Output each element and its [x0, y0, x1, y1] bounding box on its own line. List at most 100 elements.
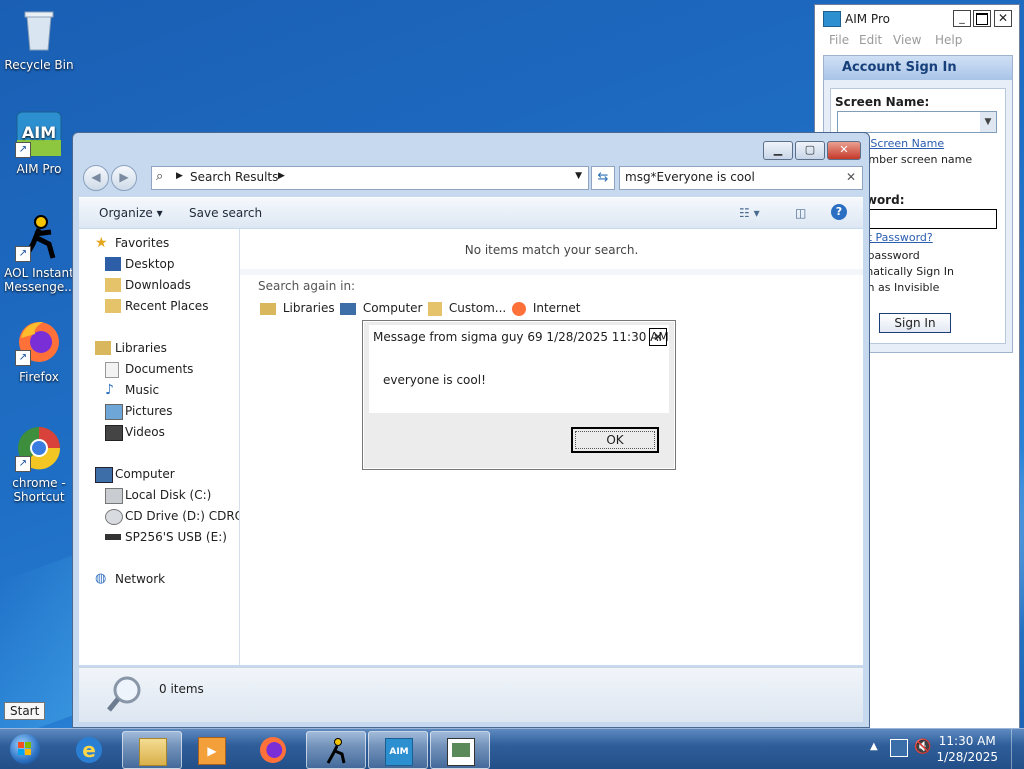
nav-music[interactable]: ♪ Music — [79, 380, 239, 400]
nav-label: Recent Places — [125, 299, 209, 313]
search-again-internet[interactable]: Internet — [512, 301, 580, 316]
taskbar-aol-instant-messenger[interactable] — [306, 731, 366, 769]
nav-downloads[interactable]: Downloads — [79, 275, 239, 295]
search-again-computer[interactable]: Computer — [340, 301, 422, 315]
nav-label: Network — [115, 572, 166, 586]
taskbar-firefox[interactable] — [244, 731, 302, 767]
nav-pictures[interactable]: Pictures — [79, 401, 239, 421]
taskbar-explorer[interactable] — [122, 731, 182, 769]
organize-button[interactable]: Organize ▾ — [99, 206, 163, 220]
firefox-icon — [512, 301, 526, 316]
show-desktop-button[interactable] — [1011, 729, 1024, 769]
aol-instant-messenger-icon — [323, 738, 349, 764]
nav-videos[interactable]: Videos — [79, 422, 239, 442]
firefox-icon — [260, 737, 286, 763]
network-tray-icon[interactable] — [890, 739, 908, 757]
forward-button[interactable]: ▶ — [111, 165, 137, 191]
desktop-icon-chrome[interactable]: ↗ chrome - Shortcut — [4, 424, 74, 504]
clock-time: 11:30 AM — [938, 734, 996, 748]
sign-in-button[interactable]: Sign In — [879, 313, 951, 333]
menu-edit[interactable]: Edit — [859, 33, 882, 47]
nav-documents[interactable]: Documents — [79, 359, 239, 379]
desktop-icon-label: AOL Instant Messenge... — [4, 266, 76, 294]
clock[interactable]: 11:30 AM 1/28/2025 — [936, 733, 998, 765]
downloads-folder-icon — [105, 278, 121, 292]
nav-label: SP256'S USB (E:) — [125, 530, 227, 544]
minimize-button[interactable]: _ — [953, 10, 971, 27]
breadcrumb-search-results[interactable]: Search Results — [190, 170, 278, 184]
aim-pro-icon: AIM — [385, 738, 413, 766]
taskbar-internet-explorer[interactable]: e — [60, 731, 118, 767]
videos-icon — [105, 425, 123, 441]
item-count: 0 items — [159, 682, 204, 696]
panel-title: Account Sign In — [824, 56, 1012, 80]
help-icon[interactable]: ? — [831, 204, 847, 220]
nav-computer[interactable]: Computer — [79, 464, 239, 484]
dialog-body: everyone is cool! — [369, 349, 669, 413]
views-icon[interactable]: ☷ ▾ — [739, 206, 760, 220]
desktop-icon-aol-instant-messenger[interactable]: ↗ AOL Instant Messenge... — [4, 214, 76, 294]
back-button[interactable]: ◀ — [83, 165, 109, 191]
taskbar-aim-pro[interactable]: AIM — [368, 731, 428, 769]
network-icon: ◍ — [95, 571, 107, 586]
shortcut-arrow-icon: ↗ — [15, 142, 31, 158]
no-items-message: No items match your search. — [464, 243, 639, 257]
close-button[interactable]: ✕ — [827, 141, 861, 160]
documents-icon — [105, 362, 119, 378]
desktop-icon-aim-pro[interactable]: AIM ↗ AIM Pro — [4, 110, 74, 176]
save-search-button[interactable]: Save search — [189, 206, 262, 220]
address-dropdown-icon[interactable]: ▼ — [575, 171, 582, 181]
hard-disk-icon — [105, 488, 123, 504]
nav-local-disk[interactable]: Local Disk (C:) — [79, 485, 239, 505]
windows-logo-icon — [10, 734, 40, 764]
nav-favorites[interactable]: ★ Favorites — [79, 233, 239, 253]
ok-button[interactable]: OK — [571, 427, 659, 453]
close-button[interactable]: ✕ — [994, 10, 1012, 27]
menu-view[interactable]: View — [893, 33, 921, 47]
maximize-button[interactable] — [973, 10, 991, 27]
taskbar-media-player[interactable]: ▶ — [182, 731, 240, 767]
dialog-close-button[interactable]: ✕ — [649, 328, 667, 346]
desktop-icon-recycle-bin[interactable]: Recycle Bin — [4, 6, 74, 72]
shortcut-arrow-icon: ↗ — [15, 456, 31, 472]
volume-muted-icon[interactable]: 🔇 — [914, 739, 931, 755]
message-dialog: Message from sigma guy 69 1/28/2025 11:3… — [362, 320, 676, 470]
search-again-libraries[interactable]: Libraries — [260, 301, 335, 315]
computer-icon — [95, 467, 113, 483]
nav-cd-drive[interactable]: CD Drive (D:) CDROM — [79, 506, 239, 526]
menu-help[interactable]: Help — [935, 33, 962, 47]
address-bar[interactable]: ⌕ ▶ Search Results ▶ ▼ — [151, 166, 589, 190]
search-again-custom[interactable]: Custom... — [428, 301, 506, 316]
desktop-icon-firefox[interactable]: ↗ Firefox — [4, 318, 74, 384]
nav-network[interactable]: ◍ Network — [79, 569, 239, 589]
dialog-titlebar: Message from sigma guy 69 1/28/2025 11:3… — [369, 325, 669, 349]
cd-drive-icon — [105, 509, 123, 525]
nav-libraries[interactable]: Libraries — [79, 338, 239, 358]
refresh-button[interactable]: ⇆ — [591, 166, 615, 190]
menu-file[interactable]: File — [829, 33, 849, 47]
search-results-icon: ⌕ — [156, 169, 164, 184]
clock-date: 1/28/2025 — [936, 750, 998, 764]
nav-desktop[interactable]: Desktop — [79, 254, 239, 274]
search-input[interactable]: msg*Everyone is cool ✕ — [619, 166, 863, 190]
start-button[interactable] — [4, 730, 44, 768]
nav-usb-drive[interactable]: SP256'S USB (E:) — [79, 527, 239, 547]
show-hidden-icons[interactable]: ▲ — [870, 741, 878, 752]
computer-icon — [340, 302, 356, 315]
nav-label: Music — [125, 383, 160, 397]
breadcrumb-arrow-icon: ▶ — [176, 171, 183, 181]
search-again-label: Search again in: — [258, 279, 356, 293]
clear-search-icon[interactable]: ✕ — [846, 170, 856, 184]
nav-recent-places[interactable]: Recent Places — [79, 296, 239, 316]
chevron-down-icon[interactable]: ▼ — [980, 112, 996, 132]
taskbar-message-window[interactable] — [430, 731, 490, 769]
minimize-button[interactable]: ▁ — [763, 141, 793, 160]
nav-label: Local Disk (C:) — [125, 488, 212, 502]
firefox-icon: ↗ — [15, 318, 63, 366]
music-icon: ♪ — [105, 382, 114, 398]
preview-pane-icon[interactable]: ◫ — [795, 206, 806, 220]
screen-name-input[interactable]: ▼ — [837, 111, 997, 133]
maximize-button[interactable]: ▢ — [795, 141, 825, 160]
chrome-icon: ↗ — [15, 424, 63, 472]
nav-label: Desktop — [125, 257, 175, 271]
